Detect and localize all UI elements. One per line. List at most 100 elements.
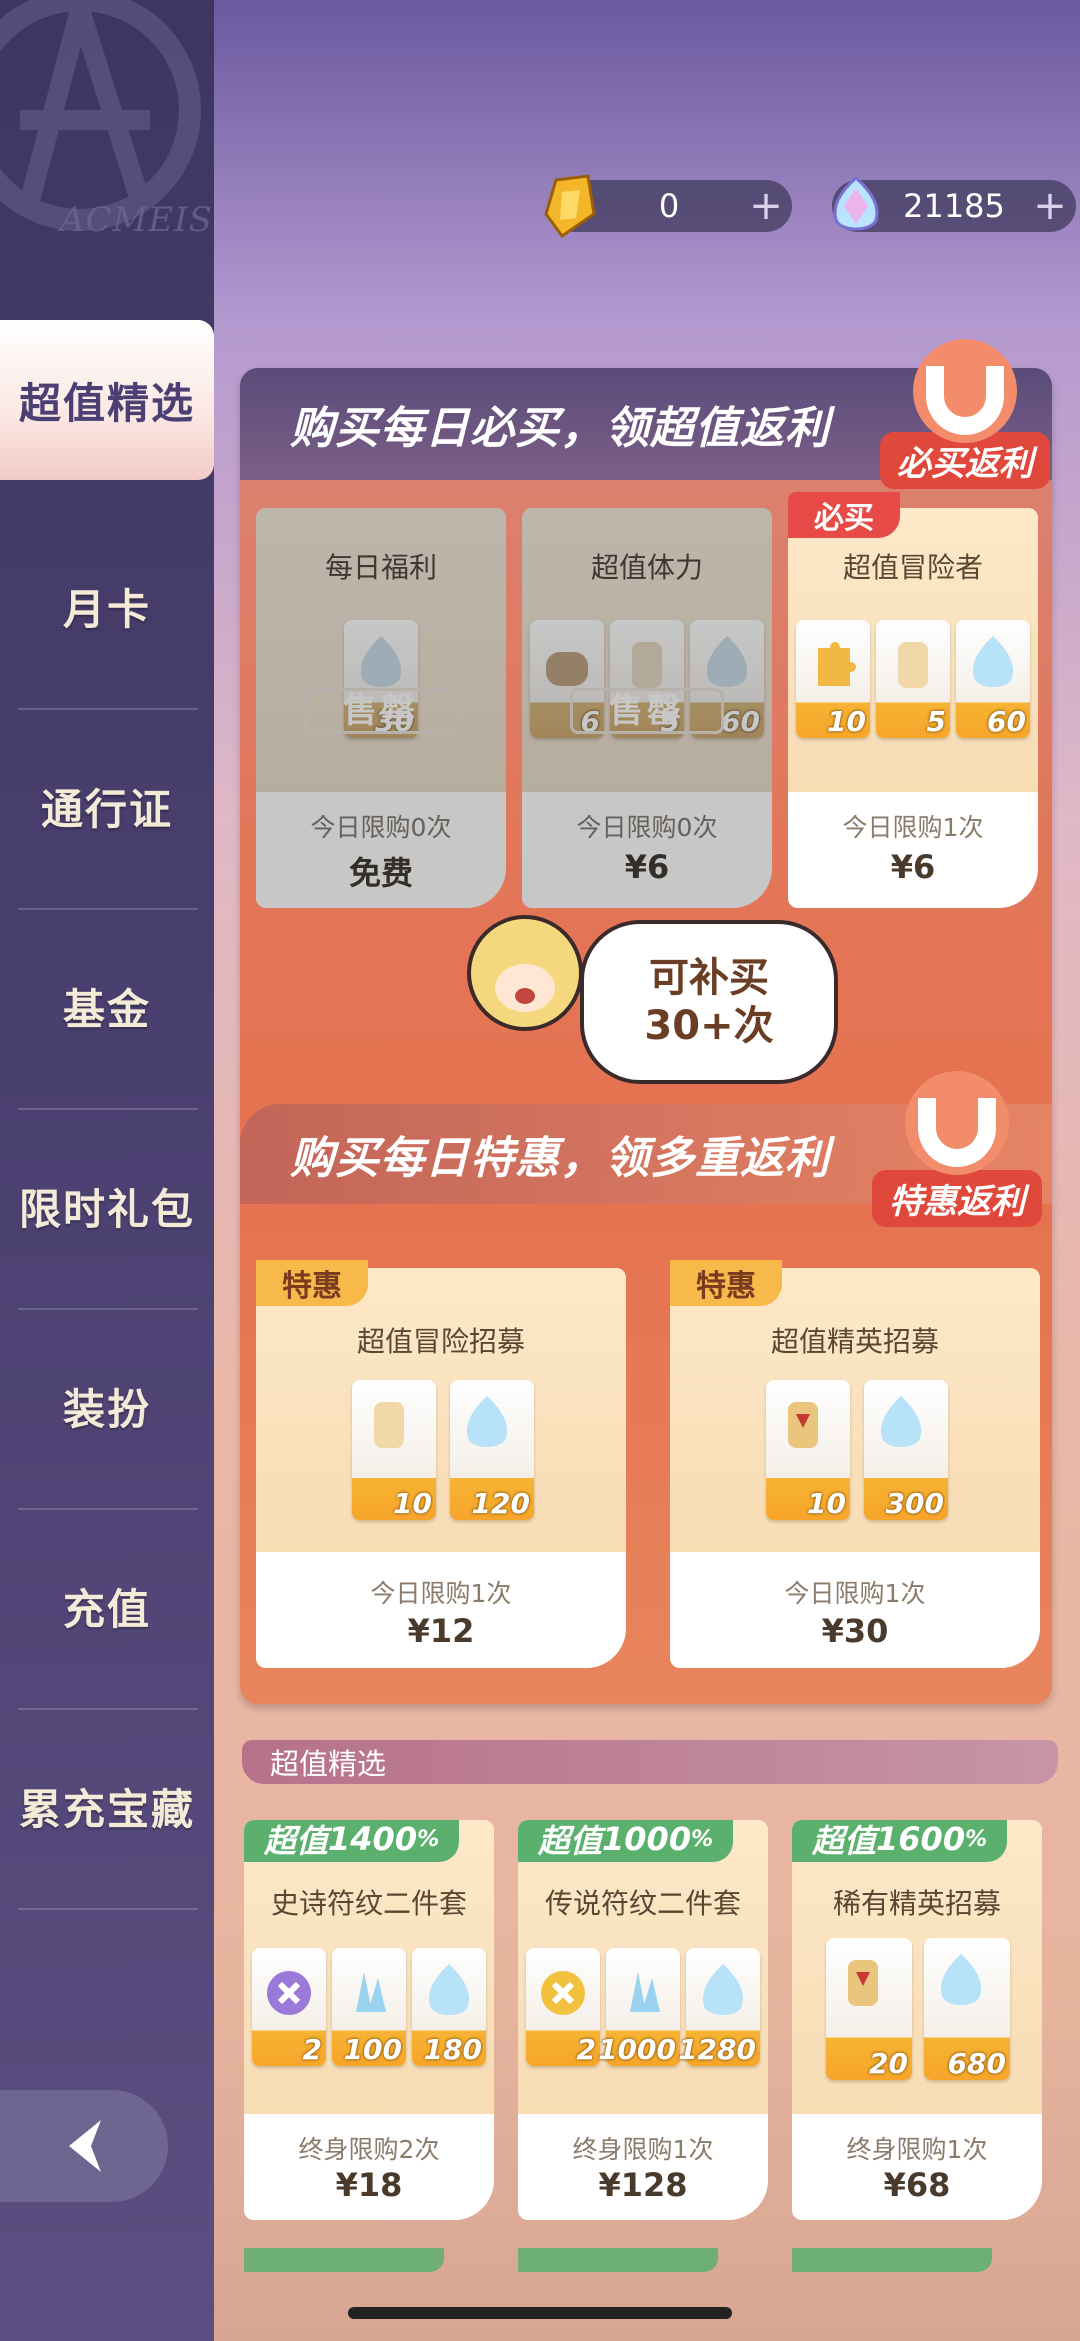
item-crystal: 1000	[598, 1948, 680, 2066]
mustbuy-rebate-badge[interactable]: 必买返利	[880, 336, 1050, 489]
purchase-limit: 今日限购1次	[842, 813, 984, 842]
scroll-icon	[788, 1402, 818, 1448]
item-rune: 2	[526, 1948, 600, 2066]
tag-percent-unit: %	[417, 1826, 440, 1852]
bubble-line-2: 30+次	[644, 1003, 774, 1049]
magnet-icon	[913, 339, 1017, 443]
sidebar-item-label: 充值	[62, 1584, 151, 1634]
item-count: 2	[302, 2033, 322, 2066]
next-row-tag	[792, 2248, 992, 2272]
card-title: 史诗符纹二件套	[270, 1887, 467, 1920]
purchase-limit: 终身限购1次	[572, 2135, 714, 2164]
sidebar-item-limited-pack[interactable]: 限时礼包	[0, 1106, 214, 1306]
value-percent-tag: 超值 1600 %	[792, 1820, 1008, 1862]
add-gold-button[interactable]: +	[740, 183, 792, 229]
back-button[interactable]	[0, 2090, 168, 2202]
sidebar-item-fund[interactable]: 基金	[0, 906, 214, 1106]
value-elite-recruit-card[interactable]: 超值精英招募 10 300 今日限购1次 ¥30	[670, 1268, 1040, 1668]
card-title: 超值冒险者	[842, 551, 983, 584]
item-count: 1000	[598, 2033, 676, 2066]
diamond-icon	[972, 636, 1014, 687]
item-count: 10	[807, 1487, 846, 1520]
rare-elite-recruit-card[interactable]: 超值 1600 % 稀有精英招募 20 680 终身限购1次 ¥68	[792, 1820, 1042, 2220]
gem-amount: 21185	[903, 187, 1005, 225]
card-title: 稀有精英招募	[832, 1887, 1001, 1920]
sidebar-item-label: 超值精选	[18, 378, 195, 428]
diamond-icon	[706, 636, 748, 687]
item-diamond: 300	[864, 1380, 948, 1520]
add-gem-button[interactable]: +	[1024, 183, 1076, 229]
sidebar-item-label: 基金	[62, 984, 151, 1034]
diamond-icon	[940, 1954, 982, 2005]
sidebar-item-label: 月卡	[62, 584, 151, 634]
scroll-icon	[898, 642, 928, 688]
tag-label: 超值	[812, 1822, 877, 1860]
tag-percent: 1000	[602, 1820, 692, 1858]
crystal-icon	[356, 1972, 386, 2012]
diamond-icon	[428, 1964, 470, 2015]
item-count: 60	[721, 705, 760, 738]
chevron-left-icon	[69, 2120, 101, 2172]
sidebar-item-monthly-card[interactable]: 月卡	[0, 506, 214, 706]
sidebar-item-skins[interactable]: 装扮	[0, 1306, 214, 1506]
diamond-icon	[360, 636, 402, 687]
divider	[18, 1908, 198, 1910]
next-row-tag	[244, 2248, 444, 2272]
tag-label: 超值	[264, 1822, 329, 1860]
item-count: 180	[423, 2033, 482, 2066]
mustbuy-banner-text: 购买每日必买，领超值返利	[290, 403, 830, 454]
card-title: 超值精英招募	[770, 1325, 939, 1358]
item-crystal: 100	[332, 1948, 406, 2066]
sidebar-item-label: 通行证	[40, 784, 173, 834]
tag-percent: 1400	[328, 1820, 418, 1858]
gold-amount: 0	[658, 187, 680, 225]
next-row-tag	[518, 2248, 718, 2272]
diamond-icon	[880, 1396, 922, 1447]
sidebar-item-label: 限时礼包	[18, 1184, 195, 1234]
tag-percent-unit: %	[965, 1826, 988, 1852]
daily-welfare-card[interactable]: 每日福利 30 售罄 今日限购0次 免费	[256, 508, 506, 908]
diamond-icon	[833, 176, 879, 231]
item-count: 120	[471, 1487, 530, 1520]
legendary-rune-set-card[interactable]: 超值 1000 % 传说符纹二件套 2 1000 1280 终身限购1次 ¥12…	[518, 1820, 768, 2220]
sidebar-item-recharge[interactable]: 充值	[0, 1506, 214, 1706]
rune-icon	[541, 1971, 585, 2015]
puzzle-piece-icon	[818, 642, 856, 686]
sidebar-item-value-selection[interactable]: 超值精选	[0, 320, 214, 480]
sidebar-item-cumulative-treasure[interactable]: 累充宝藏	[0, 1706, 214, 1906]
price: ¥18	[335, 2166, 403, 2204]
item-diamond: 120	[450, 1380, 534, 1520]
item-count: 680	[947, 2047, 1006, 2080]
bubble-line-1: 可补买	[649, 955, 769, 1001]
sidebar-item-pass[interactable]: 通行证	[0, 706, 214, 906]
value-adventurer-card[interactable]: 超值冒险者 10 5 60 今日限购1次 ¥6	[788, 508, 1038, 908]
item-rune: 2	[252, 1948, 326, 2066]
item-count: 2	[576, 2033, 596, 2066]
epic-rune-set-card[interactable]: 超值 1400 % 史诗符纹二件套 2 100 180 终身限购2次 ¥18	[244, 1820, 494, 2220]
item-count: 20	[869, 2047, 908, 2080]
value-adventure-recruit-card[interactable]: 超值冒险招募 10 120 今日限购1次 ¥12	[256, 1268, 626, 1668]
special-rebate-label: 特惠返利	[872, 1170, 1042, 1227]
tag-percent-unit: %	[691, 1826, 714, 1852]
value-stamina-card[interactable]: 超值体力 6 5 60 售罄 今日限购0次 ¥6	[522, 508, 772, 908]
home-indicator[interactable]	[348, 2307, 732, 2319]
special-tag: 特惠	[670, 1260, 782, 1306]
item-diamond: 180	[412, 1948, 486, 2066]
tag-percent: 1600	[876, 1820, 966, 1858]
item-count: 10	[393, 1487, 432, 1520]
card-title: 每日福利	[324, 551, 437, 584]
special-rebate-badge[interactable]: 特惠返利	[872, 1068, 1042, 1228]
purchase-limit: 今日限购0次	[310, 813, 452, 842]
value-percent-tag: 超值 1000 %	[518, 1820, 734, 1862]
diamond-icon	[702, 1964, 744, 2015]
character-avatar-icon	[467, 915, 583, 1031]
section-title: 超值精选	[270, 1747, 387, 1781]
item-recruit-scroll: 10	[766, 1380, 850, 1520]
item-count: 100	[343, 2033, 402, 2066]
item-puzzle: 10	[796, 620, 870, 738]
price: 免费	[348, 854, 413, 892]
rebuy-speech-bubble: 可补买 30+次	[580, 920, 838, 1084]
price: ¥6	[624, 848, 670, 886]
item-count: 5	[926, 705, 946, 738]
purchase-limit: 今日限购0次	[576, 813, 718, 842]
